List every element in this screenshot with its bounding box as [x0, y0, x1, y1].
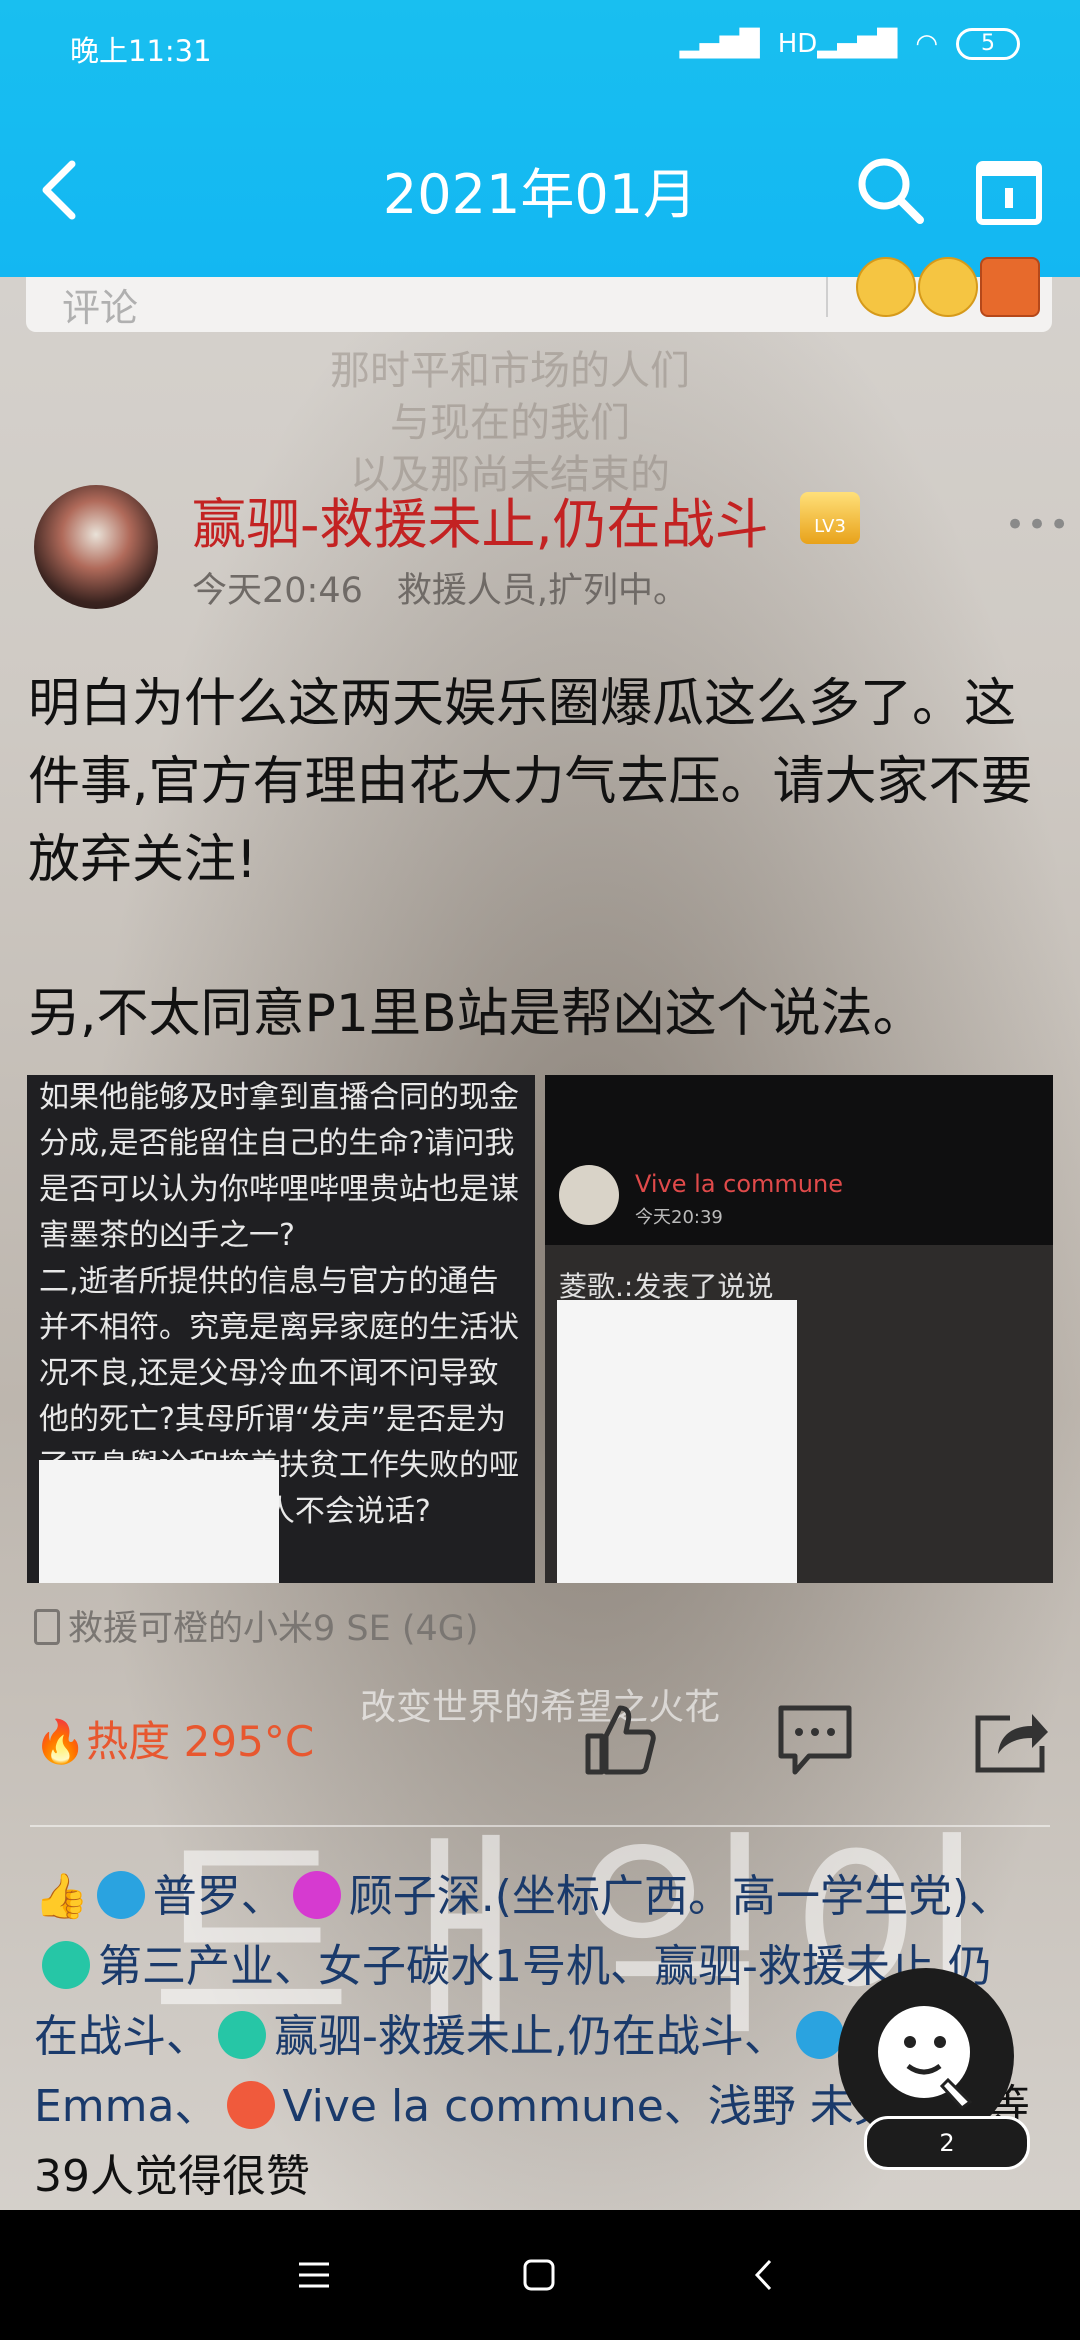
comment-input-bar[interactable]: 评论: [26, 257, 1052, 332]
bg-slogan: 改变世界的希望之火花: [360, 1687, 721, 1728]
search-icon: [858, 158, 924, 224]
user-avatar-icon: [42, 1941, 90, 1989]
like-thumb-icon: 👍: [34, 1871, 89, 1922]
user-avatar-icon: [96, 1871, 145, 1919]
system-nav-bar: [0, 2210, 1080, 2340]
comment-placeholder: 评论: [62, 286, 139, 330]
share-button[interactable]: [970, 1700, 1050, 1780]
nav-home-icon[interactable]: [522, 2258, 556, 2292]
like-name-4[interactable]: 赢驷-救援未止,仍在战斗、: [274, 2011, 788, 2062]
signal-icon: ▂▄▆█: [679, 29, 760, 59]
post-image-2[interactable]: Vive la commune 今天20:39 菱歌.:发表了说说: [545, 1075, 1053, 1583]
user-avatar-icon: [292, 1871, 341, 1919]
image2-desc: 菱歌.:发表了说说: [559, 1270, 774, 1303]
post-time: 今天20:46: [192, 571, 363, 611]
image2-inner-card: [557, 1300, 797, 1583]
gift-icon: [980, 257, 1040, 317]
device-info: 救援可橙的小米9 SE (4G): [34, 1600, 479, 1651]
image2-time: 今天20:39: [635, 1207, 723, 1228]
calendar-button[interactable]: [975, 158, 1043, 226]
post-username[interactable]: 赢驷-救援未止,仍在战斗: [192, 480, 769, 559]
image2-avatar: [559, 1165, 619, 1225]
bg-caption-1: 那时平和市场的人们 与现在的我们 以及那尚未结束的: [330, 348, 690, 498]
fire-icon: 🔥: [34, 1717, 87, 1766]
image2-header: [545, 1075, 1053, 1245]
emoji-grin-icon: [856, 257, 916, 317]
like-name-1[interactable]: 普罗、: [153, 1871, 285, 1922]
image2-name: Vive la commune: [635, 1170, 843, 1198]
nav-menu-icon[interactable]: [297, 2260, 331, 2290]
heat-indicator: 🔥热度 295°C: [34, 1717, 315, 1766]
status-time: 晚上11:31: [70, 34, 212, 68]
like-name-2[interactable]: 顾子深.(坐标广西。高一学生党)、: [349, 1871, 1013, 1922]
user-avatar-icon: [226, 2081, 275, 2129]
calendar-icon: [976, 161, 1042, 225]
divider: [30, 1825, 1050, 1827]
user-avatar-icon: [218, 2011, 266, 2059]
nav-back-icon[interactable]: [752, 2258, 776, 2292]
like-button[interactable]: [580, 1700, 660, 1780]
battery-icon: 5: [956, 28, 1020, 60]
post-body-paragraph-1: 明白为什么这两天娱乐圈爆瓜这么多了。这件事,官方有理由花大力气去压。请大家不要放…: [28, 674, 1033, 890]
phone-icon: [34, 1609, 60, 1645]
search-button[interactable]: [850, 150, 930, 230]
wifi-icon: ◠: [915, 29, 938, 59]
emoji-laugh-icon: [918, 257, 978, 317]
hd-signal-icon: HD▂▄▆█: [777, 29, 898, 59]
level-badge: LV3: [800, 492, 860, 544]
top-bar: 晚上11:31 ▂▄▆█ HD▂▄▆█ ◠ 5 2021年01月: [0, 0, 1080, 277]
post-image-1[interactable]: 如果他能够及时拿到直播合同的现金分成,是否能留住自己的生命?请问我是否可以认为你…: [27, 1075, 535, 1583]
comment-icon: [778, 1705, 852, 1775]
more-icon[interactable]: •••: [1005, 505, 1071, 545]
post-status: 救援人员,扩列中。: [396, 571, 689, 611]
floating-badge-count: 2: [864, 2116, 1030, 2170]
user-avatar-icon: [795, 2011, 844, 2059]
post-meta: 今天20:46 救援人员,扩列中。: [192, 562, 688, 613]
status-icons: ▂▄▆█ HD▂▄▆█ ◠ 5: [680, 28, 1020, 60]
share-icon: [975, 1714, 1048, 1773]
emoji-group[interactable]: [856, 257, 1040, 317]
comment-divider: [826, 277, 828, 317]
comment-button[interactable]: [775, 1700, 855, 1780]
like-icon: [585, 1705, 656, 1775]
image1-inner-card: [39, 1460, 279, 1583]
avatar[interactable]: [34, 485, 158, 609]
post-body-paragraph-2: 另,不太同意P1里B站是帮凶这个说法。: [28, 984, 925, 1044]
